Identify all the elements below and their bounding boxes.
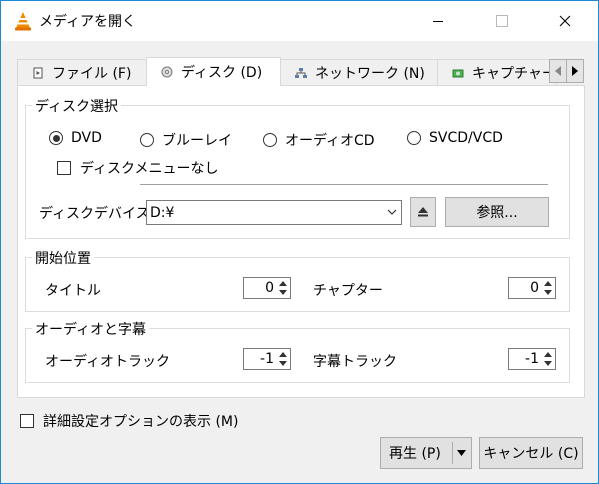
radio-dvd-label: DVD xyxy=(71,130,102,146)
radio-dot xyxy=(140,133,154,147)
subtitle-track-value: -1 xyxy=(525,351,539,367)
radio-svcd-vcd[interactable]: SVCD/VCD xyxy=(407,130,503,146)
disc-device-value: D:¥ xyxy=(150,204,175,221)
spin-arrows-icon xyxy=(544,281,552,295)
play-button[interactable]: 再生 (P) xyxy=(380,437,472,469)
radio-audio-cd-label: オーディオCD xyxy=(285,133,375,149)
open-media-dialog: メディアを開く ファイル (F) ディスク (D) ネットワーク (N) キャプ… xyxy=(0,0,599,484)
tab-disc[interactable]: ディスク (D) xyxy=(146,57,281,86)
audio-track-spinbox[interactable]: -1 xyxy=(243,348,291,370)
arrow-left-icon xyxy=(555,66,561,76)
disc-selection-title: ディスク選択 xyxy=(32,96,122,116)
advanced-options-checkbox[interactable]: 詳細設定オプションの表示 (M) xyxy=(20,411,238,431)
radio-dot xyxy=(263,133,277,147)
title-label: タイトル xyxy=(45,283,101,299)
separator xyxy=(140,184,548,185)
maximize-icon xyxy=(496,15,508,27)
tab-capture[interactable]: キャプチャー xyxy=(437,59,557,85)
radio-svcd-vcd-label: SVCD/VCD xyxy=(429,130,503,146)
audio-subtitles-group: オーディオと字幕 オーディオトラック -1 字幕トラック -1 xyxy=(25,319,570,383)
play-button-label: 再生 (P) xyxy=(389,446,441,462)
disc-device-label: ディスクデバイス xyxy=(39,206,150,222)
window-title: メディアを開く xyxy=(39,14,137,30)
radio-audio-cd[interactable]: オーディオCD xyxy=(263,130,375,150)
chapter-spinbox[interactable]: 0 xyxy=(508,277,556,299)
disc-tab-panel: ディスク選択 DVD ブルーレイ オーディオCD SVCD/VCD ディスクメニ… xyxy=(17,85,585,398)
tab-scroll-left-button[interactable] xyxy=(549,59,567,83)
minimize-icon xyxy=(433,21,443,22)
title-bar[interactable]: メディアを開く xyxy=(1,1,598,41)
tab-bar: ファイル (F) ディスク (D) ネットワーク (N) キャプチャー xyxy=(17,57,585,86)
spin-arrows-icon xyxy=(544,352,552,366)
spin-arrows-icon xyxy=(279,352,287,366)
split-divider xyxy=(452,442,453,464)
dropdown-arrow-icon[interactable] xyxy=(457,450,466,456)
start-position-group: 開始位置 タイトル 0 チャプター 0 xyxy=(25,248,570,312)
tab-network[interactable]: ネットワーク (N) xyxy=(280,59,438,85)
disc-icon xyxy=(161,66,173,78)
cancel-button-label: キャンセル (C) xyxy=(483,446,579,462)
audio-track-label: オーディオトラック xyxy=(45,354,171,370)
capture-icon xyxy=(452,69,464,77)
close-icon xyxy=(559,15,571,27)
subtitle-track-spinbox[interactable]: -1 xyxy=(508,348,556,370)
tab-file-label: ファイル (F) xyxy=(52,65,132,82)
chapter-label: チャプター xyxy=(313,283,383,299)
title-value: 0 xyxy=(265,280,274,296)
tab-capture-label: キャプチャー xyxy=(472,65,556,82)
radio-bluray-label: ブルーレイ xyxy=(162,133,232,149)
file-icon xyxy=(33,67,43,78)
disc-device-combo[interactable]: D:¥ xyxy=(146,200,402,225)
browse-button[interactable]: 参照... xyxy=(445,197,549,227)
spin-arrows-icon xyxy=(279,281,287,295)
radio-dot xyxy=(407,131,421,145)
radio-bluray[interactable]: ブルーレイ xyxy=(140,130,232,150)
maximize-button[interactable] xyxy=(479,1,525,41)
start-position-title: 開始位置 xyxy=(32,248,94,268)
audio-track-value: -1 xyxy=(260,351,274,367)
audio-subtitles-title: オーディオと字幕 xyxy=(32,319,150,339)
cancel-button[interactable]: キャンセル (C) xyxy=(479,437,583,469)
title-spinbox[interactable]: 0 xyxy=(243,277,291,299)
arrow-right-icon xyxy=(572,66,578,76)
advanced-options-label: 詳細設定オプションの表示 (M) xyxy=(43,414,239,430)
radio-dvd[interactable]: DVD xyxy=(49,130,102,146)
browse-button-label: 参照... xyxy=(476,205,518,221)
eject-button[interactable] xyxy=(410,197,436,227)
no-disc-menu-label: ディスクメニューなし xyxy=(80,161,219,177)
eject-icon xyxy=(418,207,428,217)
tab-scroll-right-button[interactable] xyxy=(566,59,584,83)
subtitle-track-label: 字幕トラック xyxy=(313,354,397,370)
disc-selection-group: ディスク選択 DVD ブルーレイ オーディオCD SVCD/VCD ディスクメニ… xyxy=(25,96,570,239)
checkbox-box xyxy=(20,414,34,428)
tab-disc-label: ディスク (D) xyxy=(181,65,263,81)
checkbox-box xyxy=(57,161,71,175)
network-icon xyxy=(295,67,307,78)
chevron-down-icon xyxy=(387,209,397,215)
tab-network-label: ネットワーク (N) xyxy=(315,65,425,82)
minimize-button[interactable] xyxy=(415,1,461,41)
chapter-value: 0 xyxy=(530,280,539,296)
vlc-cone-icon xyxy=(13,11,33,31)
radio-dot xyxy=(49,131,63,145)
close-button[interactable] xyxy=(542,1,588,41)
no-disc-menu-checkbox[interactable]: ディスクメニューなし xyxy=(57,158,218,178)
tab-file[interactable]: ファイル (F) xyxy=(17,59,147,85)
